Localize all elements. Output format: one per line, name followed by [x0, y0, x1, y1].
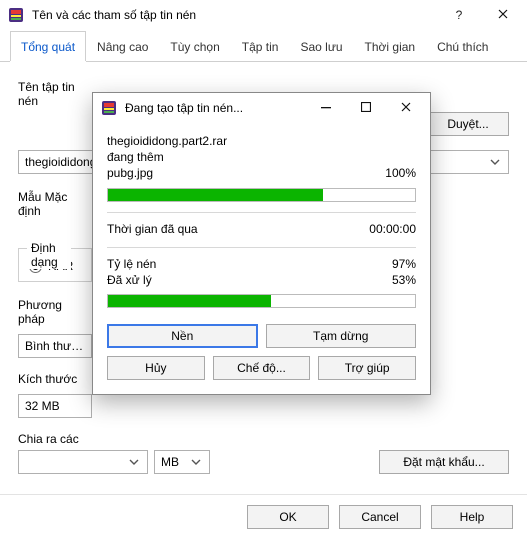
current-file-progress-fill: [108, 189, 323, 201]
titlebar: Tên và các tham số tập tin nén ?: [0, 0, 527, 30]
chevron-down-icon: [490, 159, 504, 165]
pause-label: Tạm dừng: [313, 329, 368, 343]
archive-format-group: Định dạng RAR: [18, 248, 92, 282]
pause-button[interactable]: Tạm dừng: [266, 324, 417, 348]
volume-size-value: 32 MB: [25, 399, 87, 413]
compression-method-value: Bình thường: [25, 339, 87, 353]
total-progressbar: [107, 294, 416, 308]
split-size-combo[interactable]: [18, 450, 148, 474]
progress-body: thegioididong.part2.rar đang thêm pubg.j…: [93, 123, 430, 316]
tab-comment[interactable]: Chú thích: [426, 31, 499, 62]
current-file-percent: 100%: [385, 165, 416, 181]
cancel-progress-label: Hủy: [145, 361, 166, 375]
tab-label: Chú thích: [437, 40, 488, 54]
ratio-value: 97%: [392, 256, 416, 272]
browse-button[interactable]: Duyệt...: [427, 112, 509, 136]
elapsed-row: Thời gian đã qua 00:00:00: [107, 221, 416, 237]
processed-row: Đã xử lý 53%: [107, 272, 416, 288]
set-password-button[interactable]: Đặt mật khẩu...: [379, 450, 509, 474]
volume-size-label: Kích thước: [18, 372, 78, 386]
current-file-progressbar: [107, 188, 416, 202]
tab-label: Tổng quát: [21, 40, 75, 54]
elapsed-label: Thời gian đã qua: [107, 221, 198, 237]
progress-dialog: Đang tạo tập tin nén... thegioididong.pa…: [92, 92, 431, 395]
tab-advanced[interactable]: Nâng cao: [86, 31, 159, 62]
processed-label: Đã xử lý: [107, 272, 152, 288]
cancel-button[interactable]: Cancel: [339, 505, 421, 529]
tab-label: Sao lưu: [300, 40, 342, 54]
archive-format-legend: Định dạng: [27, 241, 71, 269]
close-icon: [498, 8, 508, 22]
volume-size-combo[interactable]: 32 MB: [18, 394, 92, 418]
current-file-row: pubg.jpg 100%: [107, 165, 416, 181]
progress-titlebar: Đang tạo tập tin nén...: [93, 93, 430, 123]
dialog-footer: OK Cancel Help: [0, 494, 527, 541]
progress-window-controls: [306, 93, 426, 123]
background-button[interactable]: Nền: [107, 324, 258, 348]
divider: [107, 247, 416, 248]
tab-time[interactable]: Thời gian: [354, 31, 427, 62]
help-progress-button[interactable]: Trợ giúp: [318, 356, 416, 380]
close-window-button[interactable]: [481, 0, 525, 30]
tabstrip: Tổng quát Nâng cao Tùy chọn Tập tin Sao …: [0, 30, 527, 62]
ok-button[interactable]: OK: [247, 505, 329, 529]
window-title: Tên và các tham số tập tin nén: [32, 8, 437, 22]
split-unit-combo[interactable]: MB: [154, 450, 210, 474]
maximize-button[interactable]: [346, 93, 386, 123]
split-unit-value: MB: [161, 455, 191, 469]
browse-label: Duyệt...: [447, 117, 488, 131]
tab-backup[interactable]: Sao lưu: [289, 31, 353, 62]
ok-label: OK: [279, 510, 296, 524]
processed-value: 53%: [392, 272, 416, 288]
tab-label: Thời gian: [365, 40, 416, 54]
close-icon: [401, 101, 411, 115]
background-label: Nền: [171, 329, 193, 343]
maximize-icon: [361, 101, 371, 115]
window-controls: ?: [437, 0, 525, 30]
current-file-name: pubg.jpg: [107, 165, 153, 181]
divider: [107, 212, 416, 213]
tab-files[interactable]: Tập tin: [231, 31, 290, 62]
mode-button[interactable]: Chế độ...: [213, 356, 311, 380]
question-icon: ?: [456, 8, 463, 22]
tab-label: Nâng cao: [97, 40, 148, 54]
chevron-down-icon: [129, 459, 143, 465]
ratio-label: Tỷ lệ nén: [107, 256, 156, 272]
rar-icon: [8, 7, 24, 23]
help-progress-label: Trợ giúp: [345, 361, 390, 375]
rar-icon: [101, 100, 117, 116]
mode-label: Chế độ...: [237, 361, 286, 375]
cancel-progress-button[interactable]: Hủy: [107, 356, 205, 380]
ratio-row: Tỷ lệ nén 97%: [107, 256, 416, 272]
compression-method-label: Phương pháp: [18, 298, 74, 326]
minimize-icon: [321, 101, 331, 115]
tab-label: Tùy chọn: [170, 40, 219, 54]
chevron-down-icon: [191, 459, 205, 465]
elapsed-value: 00:00:00: [369, 221, 416, 237]
tab-label: Tập tin: [242, 40, 279, 54]
help-button[interactable]: Help: [431, 505, 513, 529]
help-window-button[interactable]: ?: [437, 0, 481, 30]
help-label: Help: [460, 510, 485, 524]
archive-file-line: thegioididong.part2.rar: [107, 133, 416, 149]
tab-options[interactable]: Tùy chọn: [159, 31, 230, 62]
cancel-label: Cancel: [361, 510, 398, 524]
action-line: đang thêm: [107, 149, 416, 165]
progress-buttons: Nền Tạm dừng Hủy Chế độ... Trợ giúp: [93, 316, 430, 394]
close-button[interactable]: [386, 93, 426, 123]
archive-name-label: Tên tập tin nén: [18, 80, 88, 108]
set-password-label: Đặt mật khẩu...: [403, 455, 484, 469]
total-progress-fill: [108, 295, 271, 307]
split-label: Chia ra các: [18, 432, 88, 446]
minimize-button[interactable]: [306, 93, 346, 123]
progress-title: Đang tạo tập tin nén...: [125, 101, 306, 115]
tab-general[interactable]: Tổng quát: [10, 31, 86, 62]
compression-method-combo[interactable]: Bình thường: [18, 334, 92, 358]
